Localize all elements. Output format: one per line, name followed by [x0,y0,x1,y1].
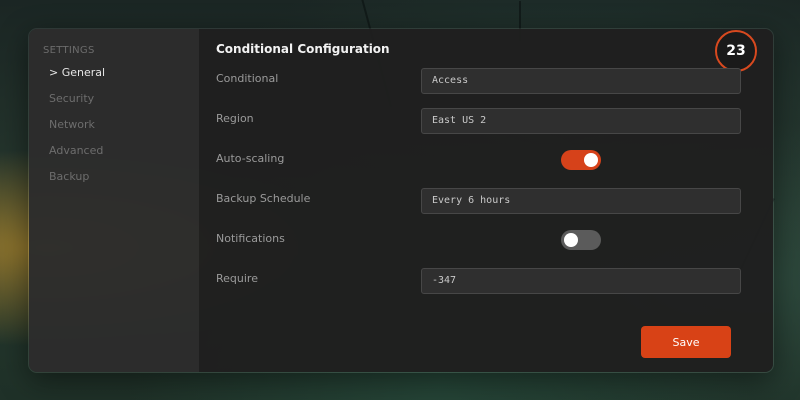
sidebar-item-backup[interactable]: Backup [49,170,89,183]
notifications-toggle[interactable] [561,230,601,250]
count-badge: 23 [715,30,757,72]
sidebar-item-general[interactable]: > General [49,66,105,79]
sidebar-item-network[interactable]: Network [49,118,95,131]
main-panel: Conditional Configuration 23 Conditional… [199,29,773,372]
sidebar-heading: SETTINGS [43,45,95,56]
backup-schedule-input[interactable]: Every 6 hours [421,188,741,214]
toggle-knob [584,153,598,167]
conditional-input[interactable]: Access [421,68,741,94]
auto-scaling-label: Auto-scaling [216,152,285,165]
region-input[interactable]: East US 2 [421,108,741,134]
require-label: Require [216,272,258,285]
require-input[interactable]: -347 [421,268,741,294]
toggle-knob [564,233,578,247]
notifications-label: Notifications [216,232,285,245]
page-title: Conditional Configuration [216,42,390,56]
region-label: Region [216,112,254,125]
conditional-label: Conditional [216,72,279,85]
save-button[interactable]: Save [641,326,731,358]
sidebar-item-security[interactable]: Security [49,92,94,105]
backup-schedule-label: Backup Schedule [216,192,311,205]
sidebar-item-advanced[interactable]: Advanced [49,144,103,157]
auto-scaling-toggle[interactable] [561,150,601,170]
sidebar: SETTINGS > General Security Network Adva… [29,29,199,372]
settings-window: SETTINGS > General Security Network Adva… [28,28,774,373]
